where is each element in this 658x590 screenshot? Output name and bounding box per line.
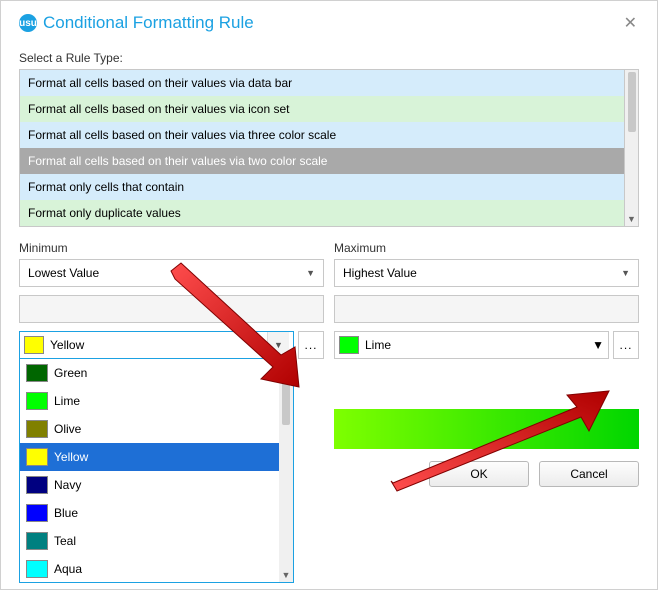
color-swatch [26,532,48,550]
scroll-down-icon[interactable]: ▼ [627,214,636,224]
gradient-preview [334,409,639,449]
chevron-down-icon: ▼ [306,268,315,278]
maximum-color-combo[interactable]: Lime ▼ [334,331,609,359]
scroll-up-icon[interactable]: ▲ [282,359,291,373]
rule-type-item[interactable]: Format all cells based on their values v… [20,122,624,148]
maximum-label: Maximum [334,241,639,255]
color-option[interactable]: Blue [20,499,279,527]
color-option-label: Yellow [54,450,88,464]
rule-list-scrollbar[interactable]: ▼ [625,69,639,227]
color-option-label: Lime [54,394,80,408]
color-dropdown[interactable]: Green Lime Olive Yellow Navy Blue Teal Aqua ▲ ▼ [19,359,294,583]
minimum-color-combo[interactable]: Yellow ▼ [19,331,294,359]
color-swatch [26,420,48,438]
rule-type-item[interactable]: Format all cells based on their values v… [20,148,624,174]
color-option[interactable]: Green [20,359,279,387]
dialog-window: usu Conditional Formatting Rule ✕ Select… [0,0,658,590]
color-option-label: Aqua [54,562,82,576]
minimum-value-type-text: Lowest Value [28,266,99,280]
scrollbar-thumb[interactable] [282,375,290,425]
cancel-button[interactable]: Cancel [539,461,639,487]
scroll-down-icon[interactable]: ▼ [282,568,291,582]
color-option[interactable]: Olive [20,415,279,443]
window-title: Conditional Formatting Rule [43,13,254,33]
color-swatch [26,364,48,382]
minimum-value-input[interactable] [19,295,324,323]
ok-button[interactable]: OK [429,461,529,487]
maximum-value-type-combo[interactable]: Highest Value ▼ [334,259,639,287]
rule-type-item[interactable]: Format all cells based on their values v… [20,96,624,122]
color-option-label: Blue [54,506,78,520]
minimum-color-more-button[interactable]: ... [298,331,324,359]
chevron-down-icon: ▼ [621,268,630,278]
minimum-value-type-combo[interactable]: Lowest Value ▼ [19,259,324,287]
maximum-color-more-button[interactable]: ... [613,331,639,359]
color-swatch [26,448,48,466]
rule-type-item[interactable]: Format only duplicate values [20,200,624,226]
maximum-value-type-text: Highest Value [343,266,417,280]
maximum-color-name: Lime [365,338,391,352]
chevron-down-icon: ▼ [592,338,604,352]
scrollbar-thumb[interactable] [628,72,636,132]
rule-type-item[interactable]: Format only cells that contain [20,174,624,200]
color-option[interactable]: Lime [20,387,279,415]
minimum-label: Minimum [19,241,324,255]
color-swatch [26,560,48,578]
rule-type-label: Select a Rule Type: [19,51,639,65]
color-option-label: Green [54,366,87,380]
color-swatch [26,392,48,410]
chevron-down-icon[interactable]: ▼ [267,332,289,358]
color-swatch [26,476,48,494]
app-logo-icon: usu [19,14,37,32]
color-swatch [26,504,48,522]
color-option[interactable]: Navy [20,471,279,499]
color-option[interactable]: Teal [20,527,279,555]
dropdown-scrollbar[interactable]: ▲ ▼ [279,359,293,582]
title-bar: usu Conditional Formatting Rule ✕ [1,1,657,41]
maximum-value-input[interactable] [334,295,639,323]
minimum-color-name: Yellow [50,338,84,352]
rule-type-item[interactable]: Format all cells based on their values v… [20,70,624,96]
color-option-label: Olive [54,422,81,436]
close-icon[interactable]: ✕ [618,11,643,35]
minimum-color-swatch [24,336,44,354]
maximum-color-swatch [339,336,359,354]
color-option[interactable]: Aqua [20,555,279,583]
color-option-label: Teal [54,534,76,548]
rule-type-list[interactable]: Format all cells based on their values v… [19,69,625,227]
color-option[interactable]: Yellow [20,443,279,471]
color-option-label: Navy [54,478,81,492]
